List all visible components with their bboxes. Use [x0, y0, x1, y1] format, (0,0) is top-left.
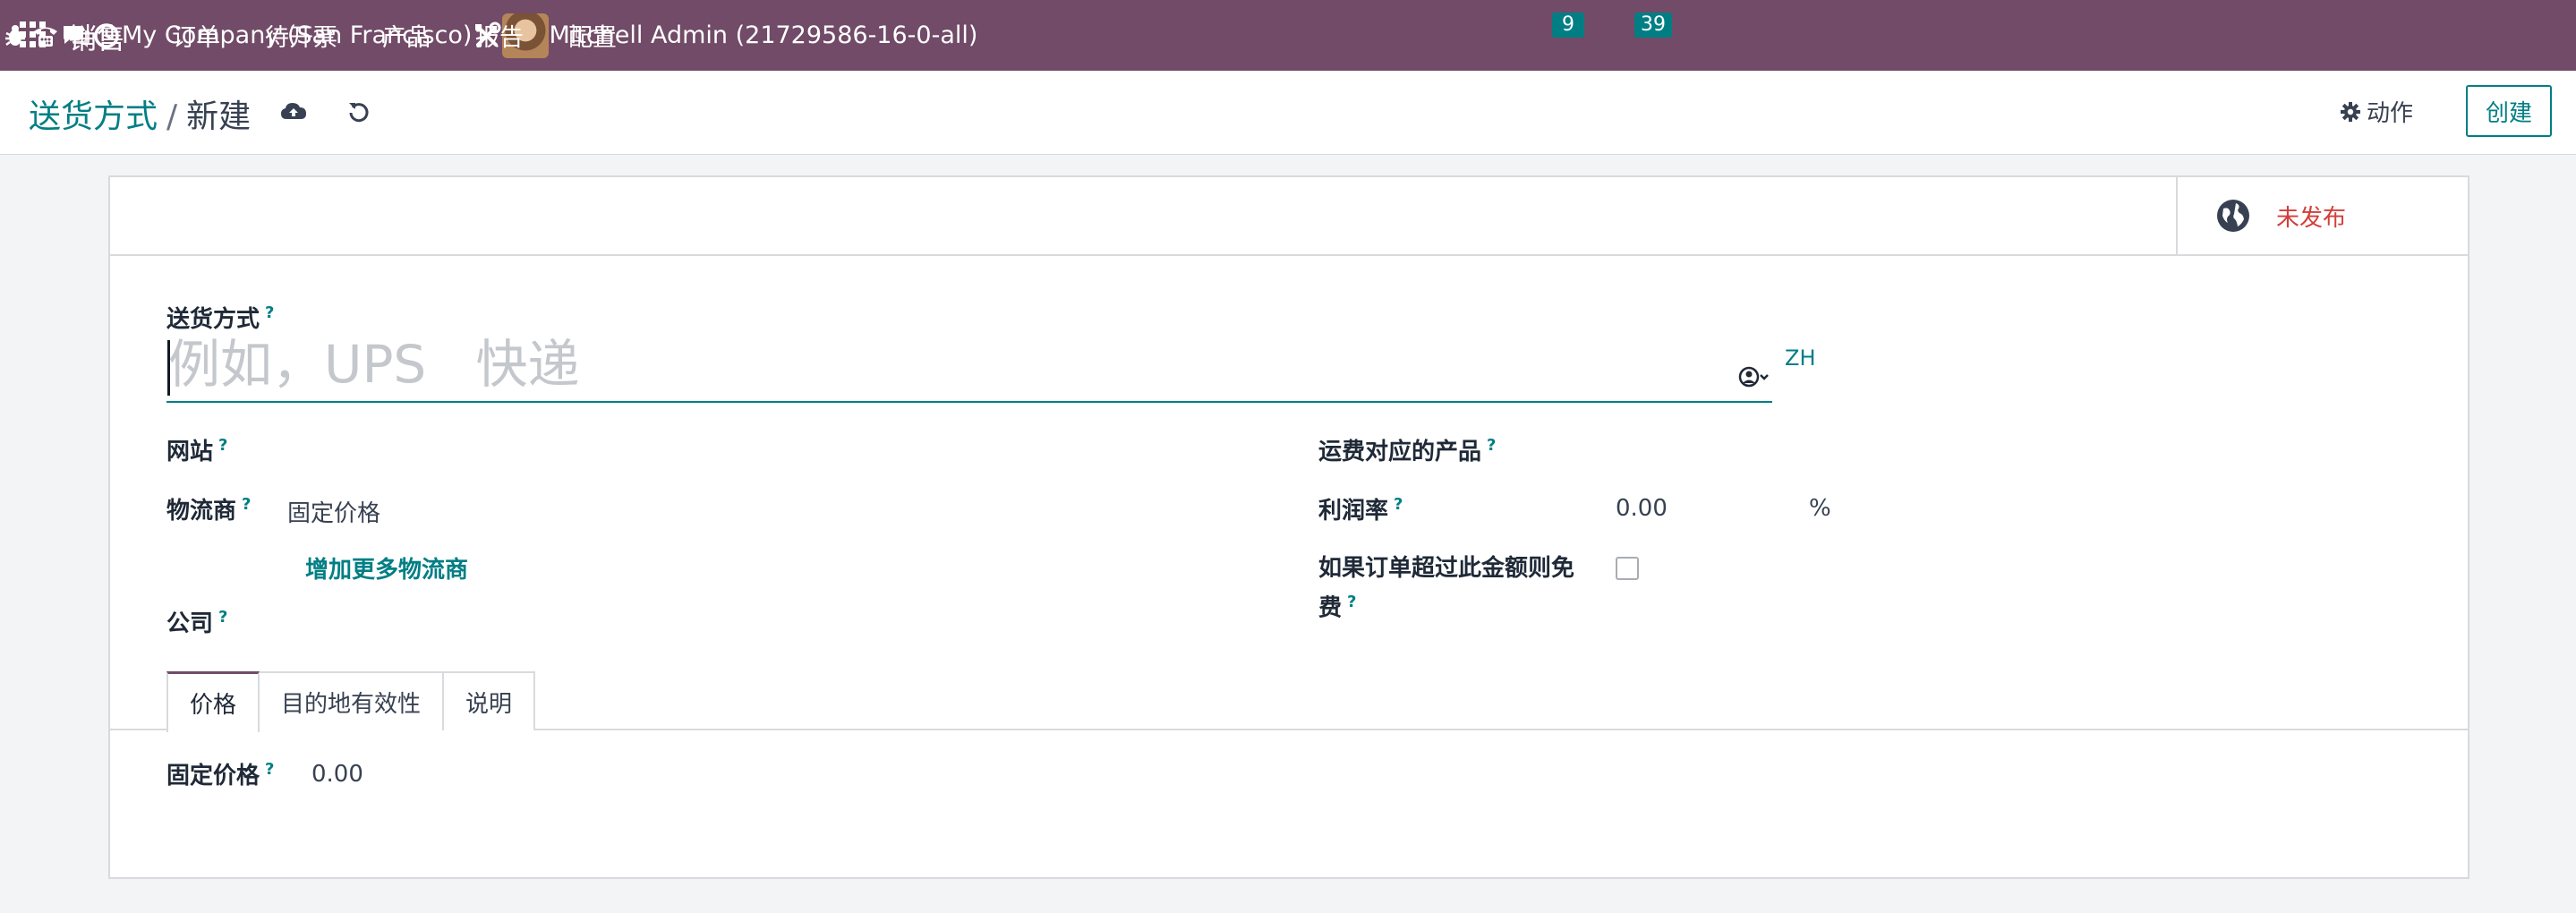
activities-count-badge: 39 — [1634, 13, 1672, 38]
free-over-label-line2: 费 — [1318, 594, 1343, 622]
language-code[interactable]: ZH — [1785, 346, 1816, 371]
tab-destination-availability[interactable]: 目的地有效性 — [258, 671, 445, 730]
control-panel: 送货方式 / 新建 动作 创建 — [0, 71, 2576, 155]
publish-status: 未发布 — [2276, 204, 2347, 232]
margin-label-text: 利润率 — [1318, 498, 1389, 525]
fixed-price-input[interactable]: 0.00 — [311, 761, 363, 788]
help-icon[interactable]: ? — [242, 495, 251, 514]
breadcrumb-shipping-methods[interactable]: 送货方式 — [29, 98, 158, 135]
tab-pricing[interactable]: 价格 — [166, 671, 260, 732]
publish-toggle-button[interactable]: 未发布 — [2176, 177, 2468, 254]
free-over-label-line1: 如果订单超过此金额则免 — [1318, 555, 1575, 582]
website-label-text: 网站 — [166, 439, 214, 465]
discard-icon[interactable] — [343, 96, 375, 128]
help-icon[interactable]: ? — [1394, 495, 1403, 514]
breadcrumb-separator: / — [166, 98, 178, 135]
button-box: 未发布 — [110, 177, 2468, 256]
translate-button[interactable] — [1738, 365, 1769, 388]
action-menu-label: 动作 — [2367, 100, 2414, 127]
provider-select[interactable]: 固定价格 — [287, 495, 380, 528]
globe-icon — [2217, 200, 2249, 232]
website-label: 网站? — [166, 433, 227, 466]
help-icon[interactable]: ? — [218, 436, 227, 455]
breadcrumb-current: 新建 — [186, 98, 252, 135]
notebook-tabs: 价格 目的地有效性 说明 — [166, 671, 536, 732]
delivery-product-label: 运费对应的产品? — [1318, 433, 1496, 466]
menu-item-products[interactable]: 产品 — [382, 18, 431, 53]
cloud-upload-icon[interactable] — [277, 96, 310, 128]
help-icon[interactable]: ? — [265, 303, 274, 322]
tab-description[interactable]: 说明 — [442, 671, 536, 730]
action-menu-button[interactable]: 动作 — [2340, 95, 2413, 128]
delivery-product-label-text: 运费对应的产品 — [1318, 439, 1482, 465]
shipping-method-name-field: ZH — [166, 329, 1816, 403]
menu-item-reporting[interactable]: 报告 — [475, 18, 524, 53]
margin-unit: % — [1809, 495, 1831, 522]
main-navbar: 销售 订单 待开票 产品 报告 配置 9 39 My Company (San … — [0, 0, 2576, 71]
provider-label-text: 物流商 — [166, 498, 237, 525]
text-caret — [167, 340, 170, 396]
help-icon[interactable]: ? — [218, 608, 227, 627]
company-label: 公司? — [166, 605, 227, 638]
margin-input[interactable]: 0.00 — [1616, 495, 1668, 522]
create-button[interactable]: 创建 — [2466, 85, 2552, 137]
app-name[interactable]: 销售 — [68, 16, 125, 57]
free-over-checkbox[interactable] — [1616, 557, 1639, 580]
shipping-method-name-input[interactable] — [166, 329, 1688, 399]
help-icon[interactable]: ? — [1487, 436, 1496, 455]
free-over-label: 如果订单超过此金额则免 费? — [1318, 551, 1574, 626]
help-icon[interactable]: ? — [265, 760, 274, 779]
apps-grid-icon[interactable] — [20, 21, 47, 48]
messages-count-badge: 9 — [1552, 13, 1584, 38]
user-circle-icon — [1738, 366, 1769, 388]
help-icon[interactable]: ? — [1347, 593, 1356, 611]
margin-label: 利润率? — [1318, 492, 1403, 525]
gear-icon — [2340, 101, 2361, 123]
breadcrumb: 送货方式 / 新建 — [29, 90, 251, 137]
fixed-price-label: 固定价格? — [166, 757, 274, 790]
menu-item-configuration[interactable]: 配置 — [568, 18, 617, 53]
menu-item-to-invoice[interactable]: 待开票 — [265, 18, 337, 53]
form-sheet: 未发布 送货方式? ZH 网站? 物流商? 固定价格 增加更多物流商 公司? 运… — [108, 175, 2469, 879]
main-menu: 订单 待开票 产品 报告 配置 — [172, 0, 661, 71]
fixed-price-label-text: 固定价格 — [166, 763, 260, 789]
menu-item-orders[interactable]: 订单 — [172, 18, 220, 53]
company-label-text: 公司 — [166, 610, 214, 637]
provider-label: 物流商? — [166, 492, 251, 525]
add-more-providers-button[interactable]: 增加更多物流商 — [305, 551, 468, 584]
